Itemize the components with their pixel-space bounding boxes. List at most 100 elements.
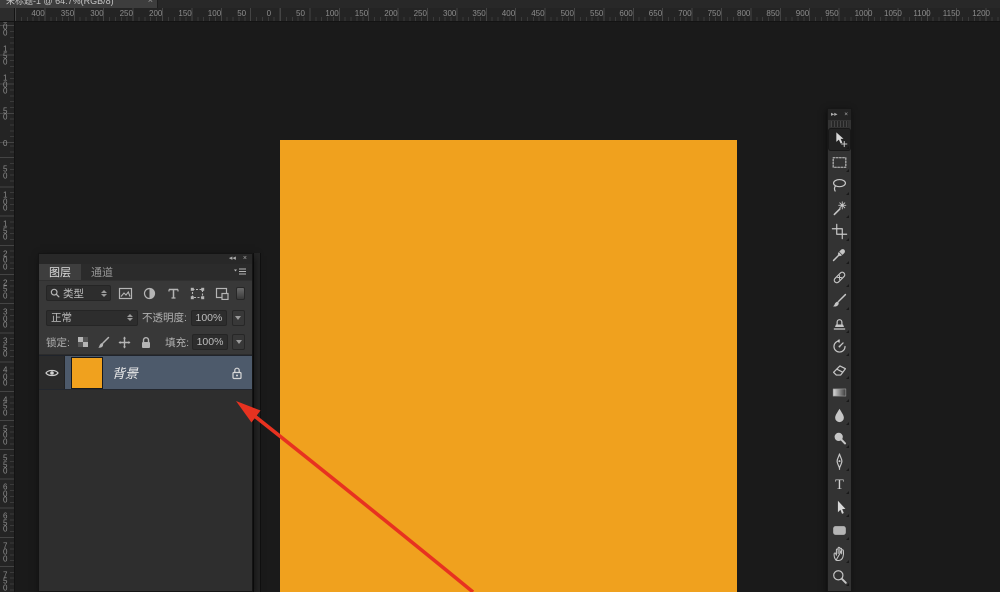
panel-expand-icon[interactable]: ▸▸ bbox=[831, 110, 838, 119]
ruler-label: 850 bbox=[766, 9, 780, 18]
blend-mode-row: 正常 不透明度: 100% bbox=[39, 305, 252, 330]
clone-stamp-tool-icon[interactable] bbox=[828, 312, 851, 335]
chevron-up-down-icon bbox=[127, 314, 133, 321]
ruler-label: 5 0 bbox=[3, 106, 8, 122]
layer-filter-row: 类型 bbox=[39, 281, 252, 305]
pen-tool-icon[interactable] bbox=[828, 450, 851, 473]
ruler-label: 6 5 0 bbox=[3, 511, 8, 534]
ruler-label: 250 bbox=[413, 9, 427, 18]
ruler-label: 5 0 0 bbox=[3, 424, 8, 447]
lasso-tool-icon[interactable] bbox=[828, 174, 851, 197]
tools-panel-titlebar: ▸▸ × bbox=[828, 109, 851, 120]
lock-all-icon[interactable] bbox=[138, 335, 154, 350]
type-tool-icon[interactable]: T bbox=[828, 473, 851, 496]
shape-tool-icon[interactable] bbox=[828, 519, 851, 542]
opacity-value-field[interactable]: 100% bbox=[190, 309, 227, 326]
smart-object-filter-icon[interactable] bbox=[212, 285, 231, 301]
tab-close-icon[interactable]: × bbox=[148, 0, 153, 5]
pixel-layers-filter-icon[interactable] bbox=[116, 285, 135, 301]
ruler-corner-box[interactable] bbox=[0, 8, 15, 22]
lock-row: 锁定: 填充: 100% bbox=[39, 330, 252, 355]
ruler-label: 1100 bbox=[913, 9, 931, 18]
panel-close-icon[interactable]: × bbox=[844, 110, 848, 119]
dodge-tool-icon[interactable] bbox=[828, 427, 851, 450]
document-tab[interactable]: 未标题-1 @ 64.7%(RGB/8) × bbox=[0, 0, 158, 8]
magic-wand-tool-icon[interactable] bbox=[828, 197, 851, 220]
ruler-label: 2 5 0 bbox=[3, 278, 8, 301]
lock-position-icon[interactable] bbox=[117, 335, 133, 350]
brush-tool-icon[interactable] bbox=[828, 289, 851, 312]
lock-label: 锁定: bbox=[46, 336, 70, 349]
fill-value-field[interactable]: 100% bbox=[192, 334, 228, 350]
ruler-label: 7 5 0 bbox=[3, 570, 8, 592]
ruler-label: 5 5 0 bbox=[3, 453, 8, 476]
ruler-label: 0 bbox=[3, 138, 8, 148]
eyedropper-tool-icon[interactable] bbox=[828, 243, 851, 266]
layers-panel-tabs: 图层 通道 bbox=[39, 264, 252, 281]
hand-tool-icon[interactable] bbox=[828, 542, 851, 565]
fill-dropdown-button[interactable] bbox=[232, 334, 245, 350]
crop-tool-icon[interactable] bbox=[828, 220, 851, 243]
ruler-label: 150 bbox=[354, 9, 369, 18]
filter-type-label: 类型 bbox=[63, 287, 84, 300]
ruler-label: 4 5 0 bbox=[3, 394, 8, 417]
type-filter-icon[interactable] bbox=[164, 285, 183, 301]
document-tab-bar: 未标题-1 @ 64.7%(RGB/8) × bbox=[0, 0, 1000, 8]
panel-close-icon[interactable]: × bbox=[243, 255, 247, 263]
ruler-label: 350 bbox=[472, 9, 486, 18]
layer-list-empty-area[interactable] bbox=[39, 390, 252, 591]
ruler-label: 300 bbox=[443, 9, 457, 18]
ruler-label: 300 bbox=[90, 9, 104, 18]
panel-collapse-icon[interactable]: ◂◂ bbox=[229, 255, 236, 263]
panel-edge-gutter[interactable] bbox=[253, 253, 261, 592]
photoshop-workspace: 未标题-1 @ 64.7%(RGB/8) × 450 400 350 300 250 20… bbox=[0, 0, 1000, 592]
layers-panel: ◂◂ × 图层 通道 类型 正常 不透明度: 100% 锁定: 填充: 100%… bbox=[38, 253, 253, 592]
ruler-label: 950 bbox=[825, 9, 839, 18]
ruler-label: 7 0 0 bbox=[3, 540, 8, 563]
zoom-tool-icon[interactable] bbox=[828, 565, 851, 588]
gradient-tool-icon[interactable] bbox=[828, 381, 851, 404]
fill-value: 100% bbox=[196, 336, 224, 348]
lock-transparency-icon[interactable] bbox=[75, 335, 91, 350]
layer-name[interactable]: 背景 bbox=[112, 363, 231, 382]
tab-channels[interactable]: 通道 bbox=[81, 264, 123, 280]
ruler-label: 450 bbox=[531, 9, 545, 18]
move-tool-icon[interactable] bbox=[828, 128, 851, 151]
opacity-dropdown-button[interactable] bbox=[231, 309, 245, 326]
fill-label: 填充: bbox=[165, 336, 189, 349]
shape-filter-icon[interactable] bbox=[188, 285, 207, 301]
marquee-tool-icon[interactable] bbox=[828, 151, 851, 174]
panel-menu-icon[interactable] bbox=[233, 267, 247, 277]
ruler-label: 4 0 0 bbox=[3, 365, 8, 388]
spot-healing-tool-icon[interactable] bbox=[828, 266, 851, 289]
panel-grip[interactable] bbox=[831, 121, 848, 127]
ruler-label: 100 bbox=[325, 9, 339, 18]
layer-row-background[interactable]: 背景 bbox=[39, 355, 252, 390]
ruler-label: 250 bbox=[119, 9, 133, 18]
blend-mode-value: 正常 bbox=[51, 312, 72, 324]
document-canvas[interactable] bbox=[280, 140, 737, 592]
ruler-label: 6 0 0 bbox=[3, 482, 8, 505]
tab-layers[interactable]: 图层 bbox=[39, 264, 81, 280]
eraser-tool-icon[interactable] bbox=[828, 358, 851, 381]
blur-tool-icon[interactable] bbox=[828, 404, 851, 427]
ruler-label: 0 bbox=[266, 9, 272, 18]
ruler-label: 100 bbox=[207, 9, 222, 18]
opacity-label: 不透明度: bbox=[142, 312, 187, 324]
ruler-label: 200 bbox=[149, 9, 163, 18]
ruler-label: 5 0 bbox=[3, 164, 8, 180]
layer-visibility-cell[interactable] bbox=[39, 356, 65, 389]
layer-thumbnail[interactable] bbox=[71, 356, 103, 389]
ruler-label: 1050 bbox=[884, 9, 902, 18]
blend-mode-dropdown[interactable]: 正常 bbox=[46, 309, 138, 326]
lock-pixels-icon[interactable] bbox=[96, 335, 112, 350]
vertical-ruler[interactable]: 2 0 01 5 01 0 05 005 01 0 01 5 02 0 02 5… bbox=[0, 16, 15, 592]
adjustment-filter-icon[interactable] bbox=[140, 285, 159, 301]
history-brush-tool-icon[interactable] bbox=[828, 335, 851, 358]
ruler-label: 400 bbox=[501, 9, 516, 18]
filter-type-dropdown[interactable]: 类型 bbox=[46, 285, 112, 301]
filter-toggle[interactable] bbox=[236, 286, 246, 300]
ruler-label: 3 0 0 bbox=[3, 307, 8, 330]
horizontal-ruler[interactable]: 4504003503002502001501005005010015020025… bbox=[0, 8, 1000, 22]
path-selection-tool-icon[interactable] bbox=[828, 496, 851, 519]
